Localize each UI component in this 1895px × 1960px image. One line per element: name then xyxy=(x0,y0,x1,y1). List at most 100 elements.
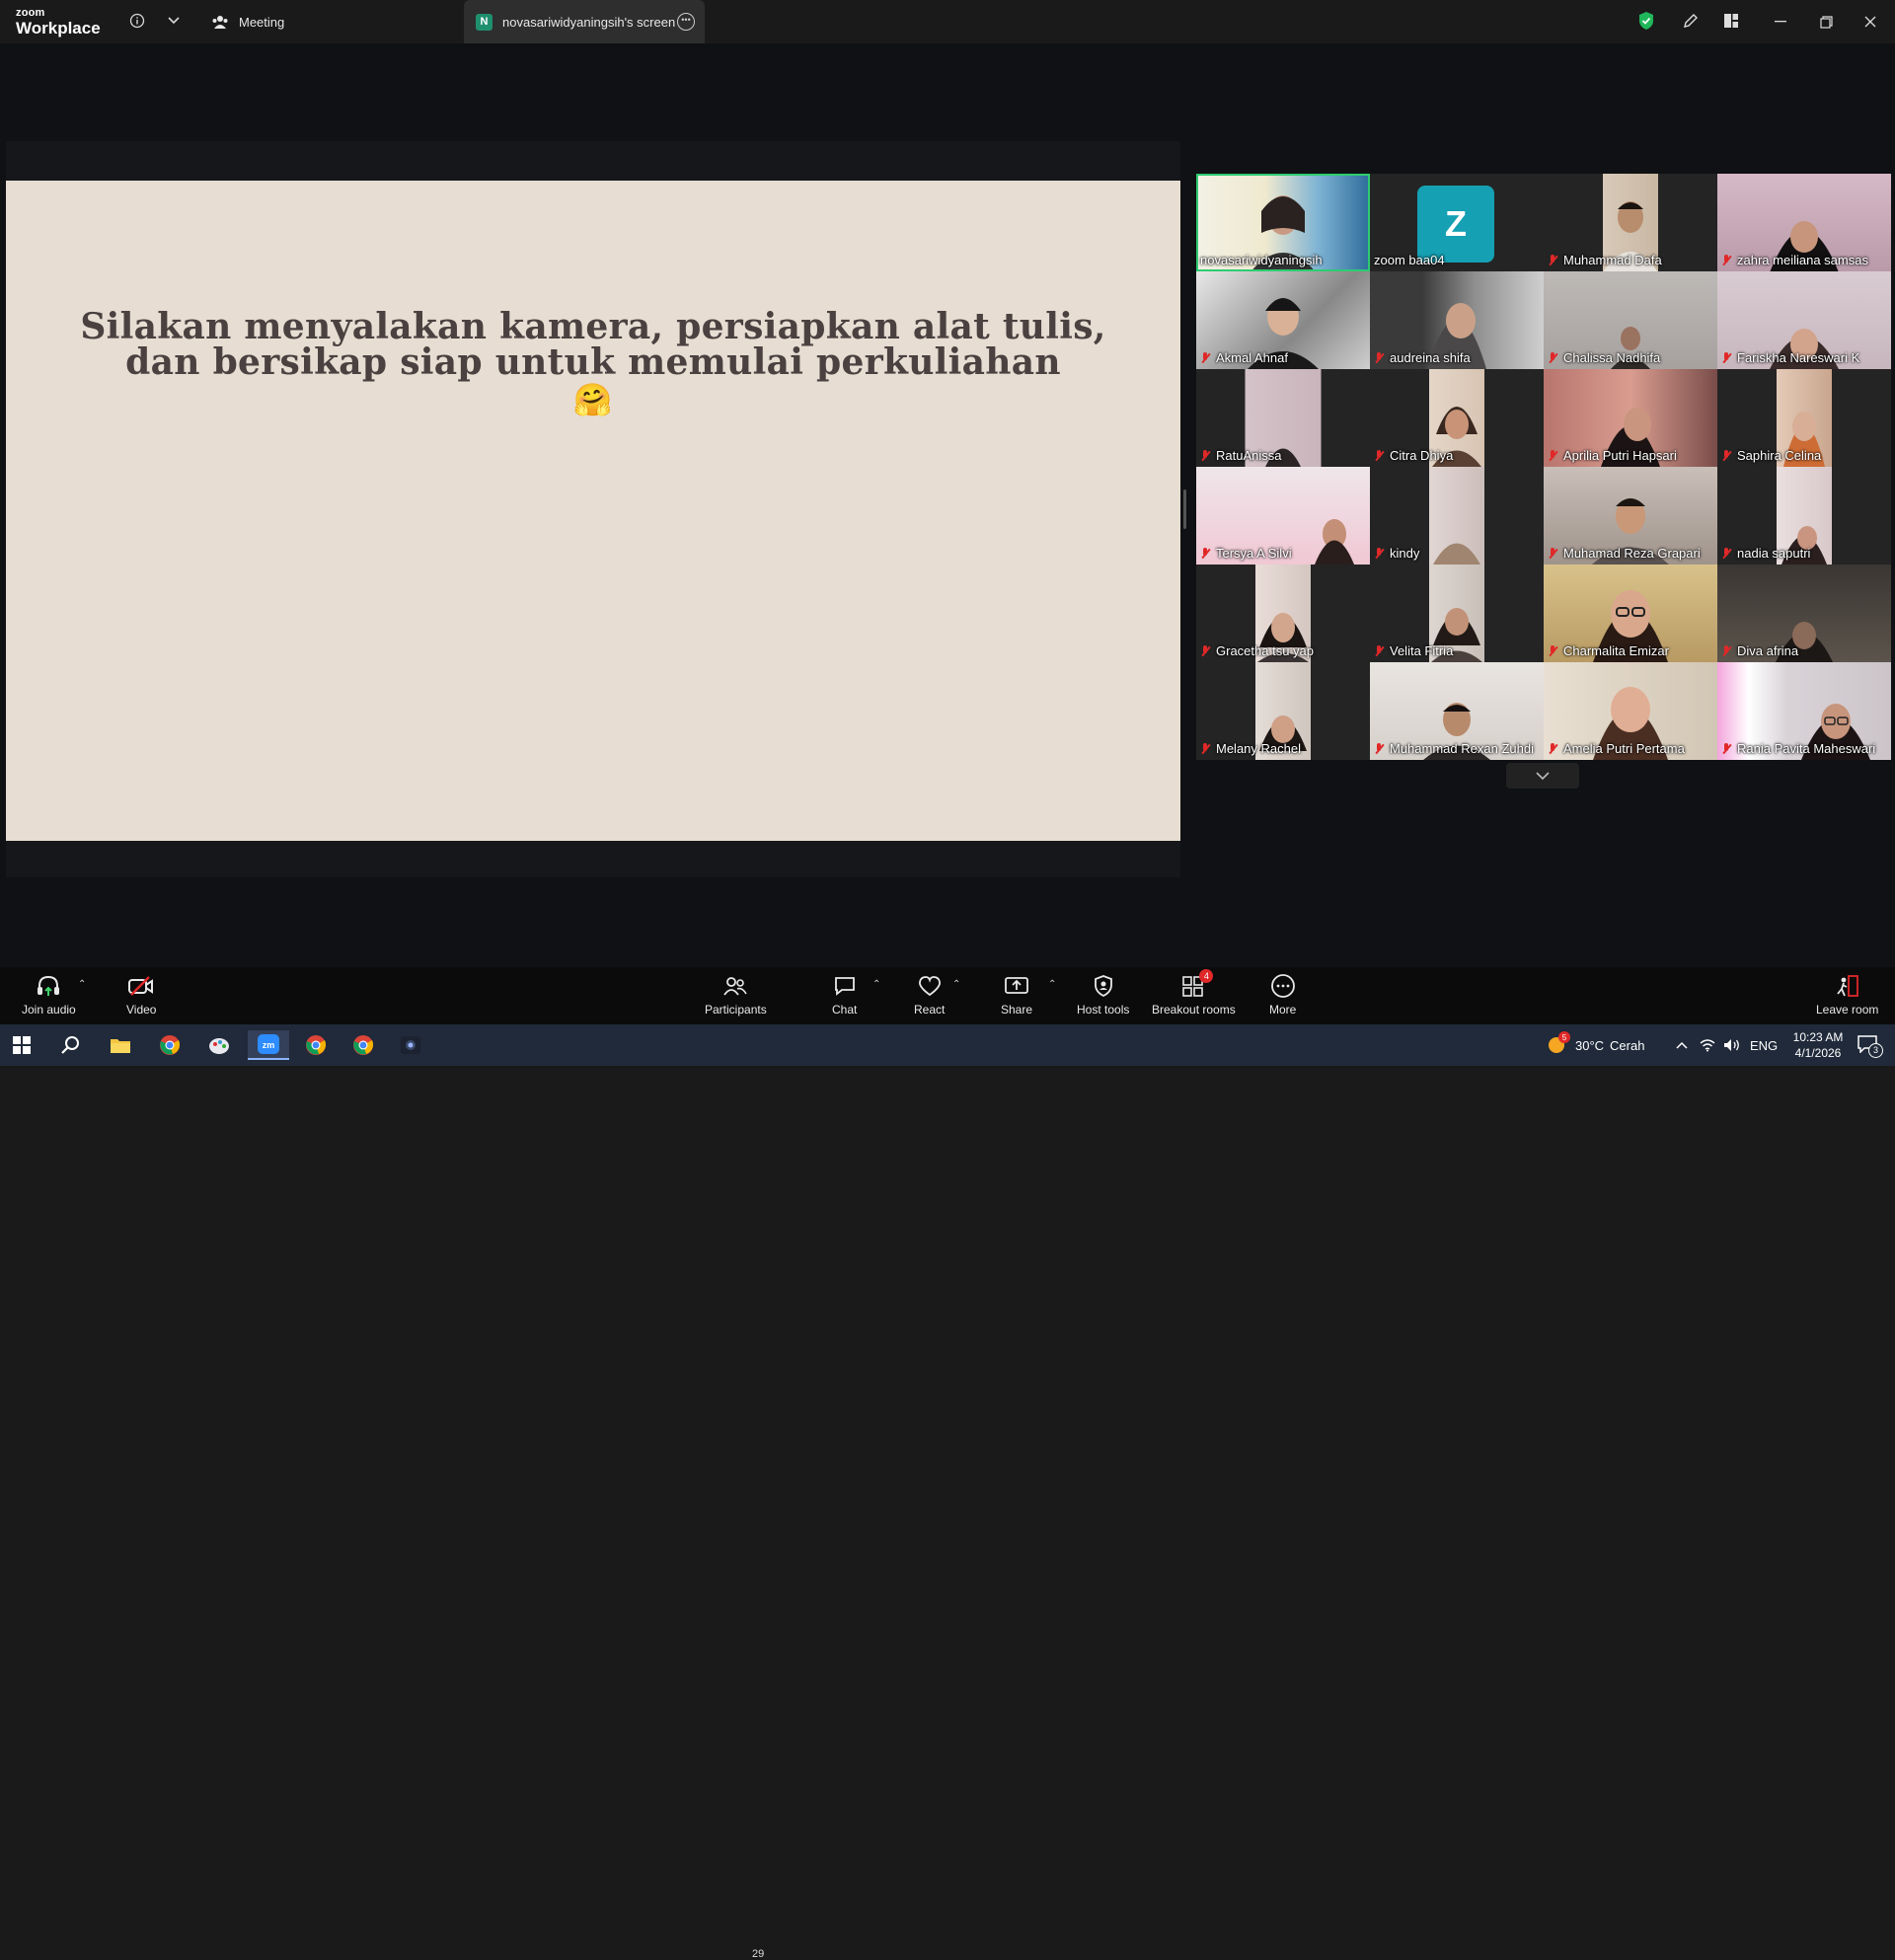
participant-tile[interactable]: nadia saputri xyxy=(1717,467,1891,565)
file-explorer-icon[interactable] xyxy=(103,1030,138,1060)
react-button[interactable]: React xyxy=(914,973,945,1017)
share-options-caret-icon[interactable]: ⌃ xyxy=(1048,979,1056,990)
participant-tile[interactable]: Akmal Ahnaf xyxy=(1196,271,1370,369)
avatar: Z xyxy=(1417,186,1494,263)
shield-icon[interactable] xyxy=(1635,10,1657,32)
participant-tile[interactable]: zahra meiliana samsas xyxy=(1717,174,1891,271)
mic-muted-icon xyxy=(1721,351,1731,364)
gallery-next-page-button[interactable] xyxy=(1506,763,1579,789)
more-options-icon[interactable]: ••• xyxy=(677,13,695,31)
participant-name: Aprilia Putri Hapsari xyxy=(1548,448,1677,463)
host-tools-button[interactable]: Host tools xyxy=(1077,973,1129,1017)
mic-muted-icon xyxy=(1374,547,1384,560)
leave-room-button[interactable]: Leave room xyxy=(1816,973,1878,1017)
participant-tile[interactable]: Diva afrina xyxy=(1717,565,1891,662)
chrome-icon[interactable] xyxy=(152,1030,188,1060)
share-button[interactable]: Share xyxy=(1001,973,1032,1017)
participant-name: Velita Fitria xyxy=(1374,643,1453,658)
participant-tile[interactable]: Saphira Celina xyxy=(1717,369,1891,467)
participant-tile[interactable]: RatuAnissa xyxy=(1196,369,1370,467)
layout-icon[interactable] xyxy=(1720,10,1742,32)
mic-muted-icon xyxy=(1548,351,1557,364)
participant-tile[interactable]: Fariskha Nareswari K xyxy=(1717,271,1891,369)
participant-name: Gracetha tsu yap xyxy=(1200,643,1314,658)
slide-line-1: Silakan menyalakan kamera, persiapkan al… xyxy=(80,306,1106,347)
chevron-down-icon[interactable] xyxy=(163,10,185,32)
more-icon xyxy=(1270,973,1296,999)
participant-tile[interactable]: Velita Fitria xyxy=(1370,565,1544,662)
input-language[interactable]: ENG xyxy=(1750,1024,1778,1066)
mic-muted-icon xyxy=(1374,742,1384,755)
participant-name: Tersya A Silvi xyxy=(1200,546,1292,561)
participant-name: nadia saputri xyxy=(1721,546,1810,561)
minimize-icon[interactable] xyxy=(1767,10,1794,34)
participants-count: 29 xyxy=(752,1948,765,1960)
participant-tile[interactable]: Muhammad Dafa xyxy=(1544,174,1717,271)
pencil-icon[interactable] xyxy=(1680,10,1702,32)
show-hidden-icons-button[interactable] xyxy=(1676,1024,1688,1066)
participant-tile[interactable]: Chalissa Nadhifa xyxy=(1544,271,1717,369)
participant-tile[interactable]: Amelia Putri Pertama xyxy=(1544,662,1717,760)
mic-muted-icon xyxy=(1200,742,1210,755)
close-icon[interactable] xyxy=(1857,10,1884,34)
participant-tile[interactable]: Melany Rachel xyxy=(1196,662,1370,760)
participant-tile[interactable]: Rania Pavita Maheswari xyxy=(1717,662,1891,760)
mic-muted-icon xyxy=(1548,644,1557,657)
volume-icon[interactable] xyxy=(1723,1024,1741,1066)
tab-shared-screen[interactable]: N novasariwidyaningsih's screen ••• xyxy=(464,0,705,43)
participant-tile[interactable]: kindy xyxy=(1370,467,1544,565)
mic-muted-icon xyxy=(1721,644,1731,657)
react-options-caret-icon[interactable]: ⌃ xyxy=(952,979,960,990)
participant-tile[interactable]: Gracetha tsu yap xyxy=(1196,565,1370,662)
mic-muted-icon xyxy=(1721,742,1731,755)
chrome-profile-icon[interactable] xyxy=(298,1030,334,1060)
weather-widget[interactable]: 5 30°C Cerah xyxy=(1546,1024,1644,1066)
meeting-toolbar: Join audio ⌃ Video Participants 29 Chat … xyxy=(0,967,1895,1960)
participant-tile[interactable]: Muhammad Rexan Zuhdi xyxy=(1370,662,1544,760)
paint-app-icon[interactable] xyxy=(201,1030,237,1060)
participant-tile[interactable]: Tersya A Silvi xyxy=(1196,467,1370,565)
participant-name: kindy xyxy=(1374,546,1419,561)
tab-meeting[interactable]: Meeting xyxy=(211,0,284,43)
participant-tile[interactable]: Citra Dhiya xyxy=(1370,369,1544,467)
windows-start-icon[interactable] xyxy=(4,1030,39,1060)
zoom-app-icon[interactable]: zm xyxy=(248,1030,289,1060)
breakout-rooms-button[interactable]: 4 Breakout rooms xyxy=(1152,969,1236,1017)
headphones-icon xyxy=(36,973,61,999)
camera-app-icon[interactable] xyxy=(393,1030,428,1060)
chat-button[interactable]: Chat xyxy=(832,973,857,1017)
participant-name: novasariwidyaningsih xyxy=(1200,253,1323,267)
audio-options-caret-icon[interactable]: ⌃ xyxy=(78,979,86,990)
join-audio-button[interactable]: Join audio xyxy=(22,973,76,1017)
split-resize-handle[interactable] xyxy=(1183,490,1186,529)
title-bar: zoom Workplace Meeting N novasariwidyani… xyxy=(0,0,1895,43)
restore-icon[interactable] xyxy=(1812,10,1840,34)
participant-video xyxy=(1433,543,1480,565)
mic-muted-icon xyxy=(1200,449,1210,462)
search-icon[interactable] xyxy=(53,1030,89,1060)
participant-tile[interactable]: audreina shifa xyxy=(1370,271,1544,369)
participant-name: Saphira Celina xyxy=(1721,448,1821,463)
participants-button[interactable]: Participants xyxy=(705,973,767,1017)
participant-tile[interactable]: Aprilia Putri Hapsari xyxy=(1544,369,1717,467)
presentation-slide: Silakan menyalakan kamera, persiapkan al… xyxy=(6,181,1180,841)
info-icon[interactable] xyxy=(126,10,148,32)
participant-tile[interactable]: Z zoom baa04 xyxy=(1370,174,1544,271)
hugging-face-emoji: 🤗 xyxy=(572,381,614,418)
participant-tile[interactable]: novasariwidyaningsih xyxy=(1196,174,1370,271)
more-button[interactable]: More xyxy=(1269,973,1296,1017)
participant-name: Akmal Ahnaf xyxy=(1200,350,1288,365)
participant-tile[interactable]: Charmalita Emizar xyxy=(1544,565,1717,662)
participant-tile[interactable]: Muhamad Reza Grapari xyxy=(1544,467,1717,565)
chat-options-caret-icon[interactable]: ⌃ xyxy=(872,979,880,990)
wifi-icon[interactable] xyxy=(1700,1024,1715,1066)
mic-muted-icon xyxy=(1721,547,1731,560)
notification-center-icon[interactable]: 3 xyxy=(1857,1024,1883,1066)
clock[interactable]: 10:23 AM 4/1/2026 xyxy=(1784,1024,1852,1066)
video-button[interactable]: Video xyxy=(126,973,156,1017)
leave-door-icon xyxy=(1835,973,1860,999)
chrome-second-profile-icon[interactable] xyxy=(345,1030,381,1060)
participant-name: Rania Pavita Maheswari xyxy=(1721,741,1875,756)
mic-muted-icon xyxy=(1374,351,1384,364)
shared-screen-area[interactable]: Silakan menyalakan kamera, persiapkan al… xyxy=(6,141,1180,877)
